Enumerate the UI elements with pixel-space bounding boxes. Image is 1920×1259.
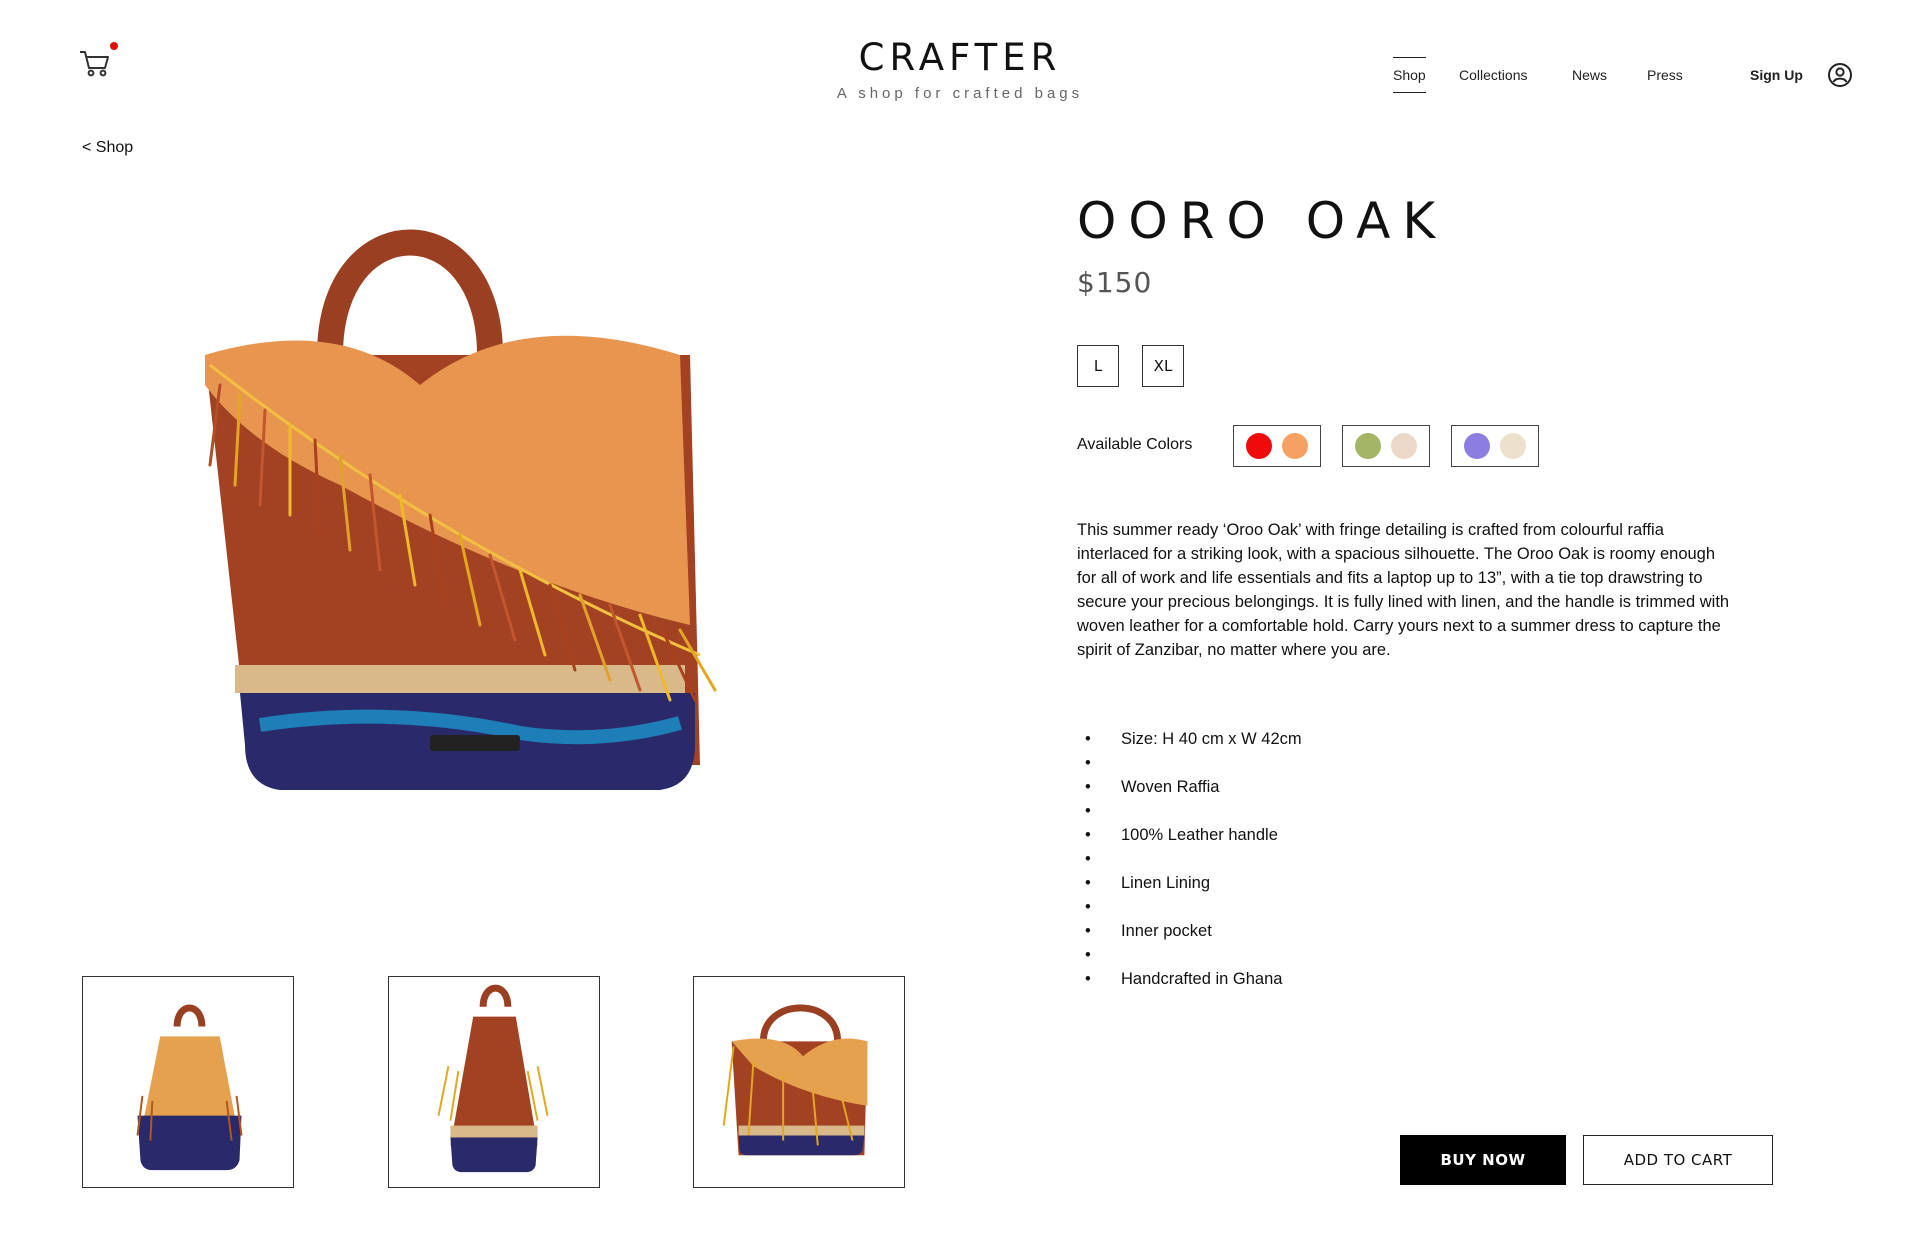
color-option-3[interactable] xyxy=(1451,425,1539,467)
sign-up-link[interactable]: Sign Up xyxy=(1750,67,1803,83)
color-swatch xyxy=(1500,433,1526,459)
product-title: OORO OAK xyxy=(1077,192,1448,250)
brand-tagline: A shop for crafted bags xyxy=(836,85,1084,102)
brand-logo[interactable]: CRAFTER A shop for crafted bags xyxy=(0,36,1920,102)
product-thumbnail-1[interactable] xyxy=(82,976,294,1188)
brand-name: CRAFTER xyxy=(858,36,1062,79)
nav-shop[interactable]: Shop xyxy=(1393,57,1426,93)
account-button[interactable] xyxy=(1827,62,1853,88)
color-swatch xyxy=(1464,433,1490,459)
product-thumbnail-3[interactable] xyxy=(693,976,905,1188)
product-main-image xyxy=(140,185,820,805)
buy-now-button[interactable]: BUY NOW xyxy=(1400,1135,1566,1185)
nav-collections[interactable]: Collections xyxy=(1459,67,1527,83)
size-option-l[interactable]: L xyxy=(1077,345,1119,387)
color-swatch xyxy=(1282,433,1308,459)
size-option-xl[interactable]: XL xyxy=(1142,345,1184,387)
user-icon xyxy=(1828,63,1852,87)
color-option-2[interactable] xyxy=(1342,425,1430,467)
nav-news[interactable]: News xyxy=(1572,67,1607,83)
nav-press[interactable]: Press xyxy=(1647,67,1683,83)
color-swatch xyxy=(1246,433,1272,459)
color-swatch xyxy=(1355,433,1381,459)
color-swatch xyxy=(1391,433,1417,459)
back-to-shop-link[interactable]: < Shop xyxy=(82,139,133,157)
product-description: This summer ready ‘Oroo Oak’ with fringe… xyxy=(1077,521,1730,659)
product-price: $150 xyxy=(1077,266,1153,299)
add-to-cart-button[interactable]: ADD TO CART xyxy=(1583,1135,1773,1185)
available-colors-label: Available Colors xyxy=(1077,436,1193,453)
product-thumbnail-2[interactable] xyxy=(388,976,600,1188)
color-option-1[interactable] xyxy=(1233,425,1321,467)
